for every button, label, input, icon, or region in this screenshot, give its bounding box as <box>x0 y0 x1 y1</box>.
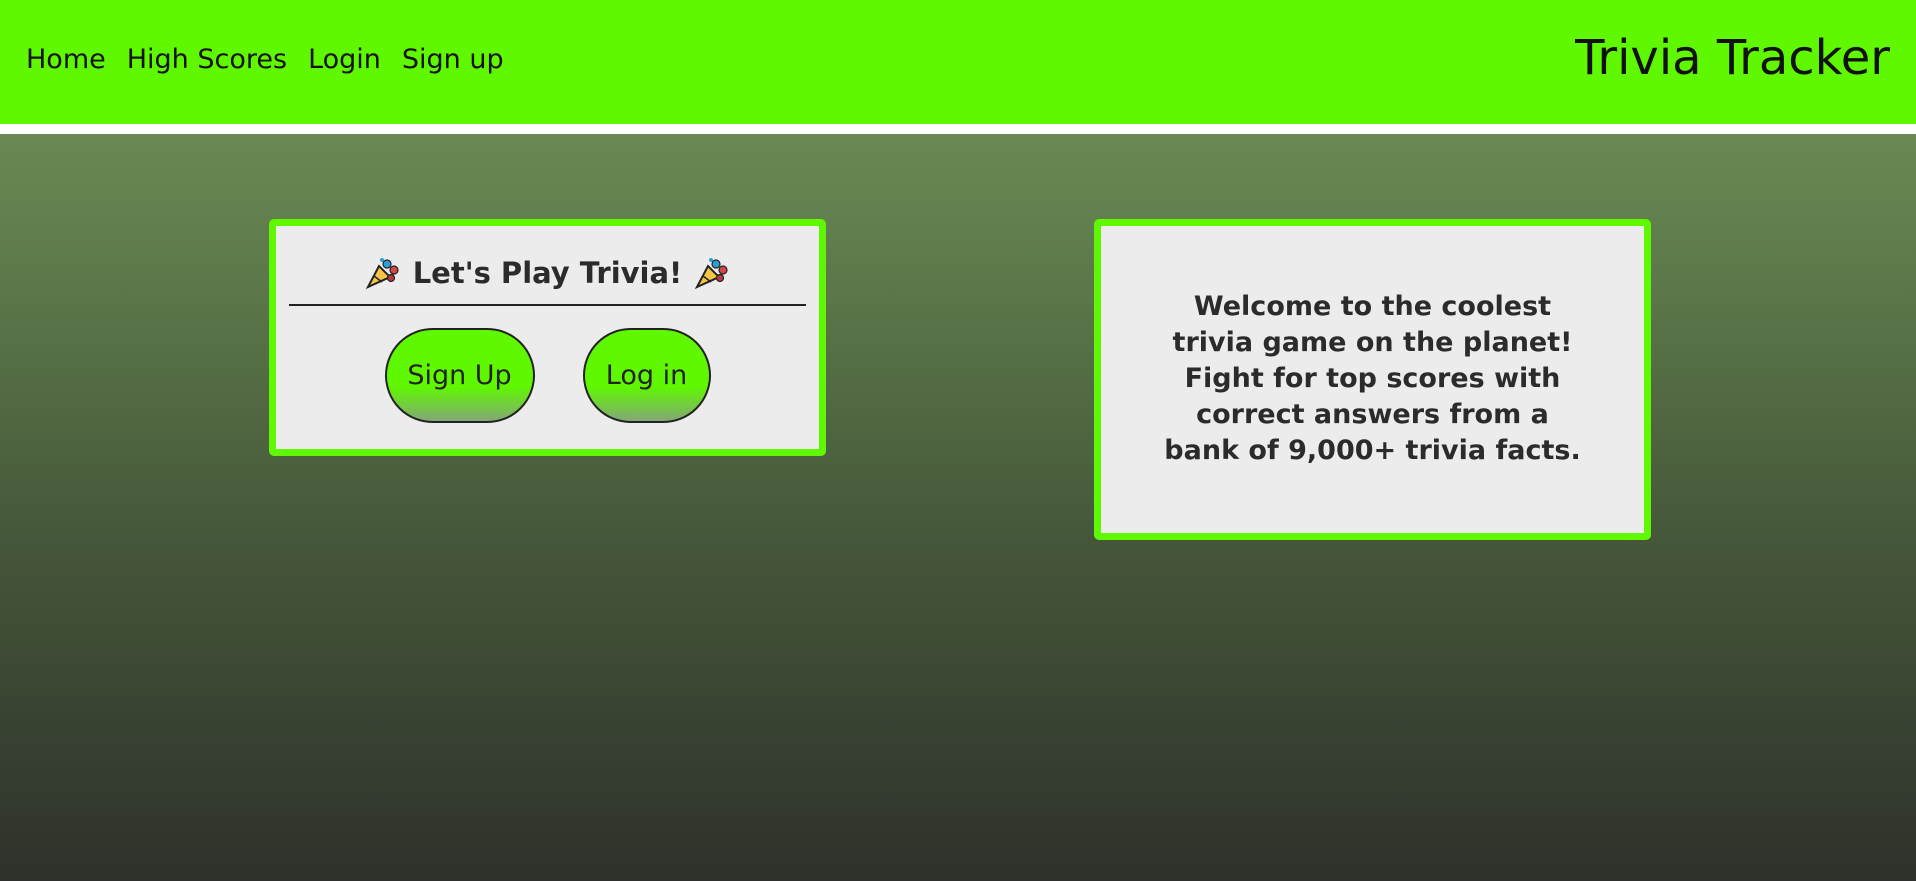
nav-link-home[interactable]: Home <box>26 44 106 75</box>
welcome-card: Welcome to the coolest trivia game on th… <box>1094 219 1651 540</box>
play-card-heading: Let's Play Trivia! <box>276 256 819 290</box>
play-card-title: Let's Play Trivia! <box>412 256 683 290</box>
nav-link-sign-up[interactable]: Sign up <box>402 44 504 75</box>
welcome-text: Welcome to the coolest trivia game on th… <box>1164 291 1581 466</box>
nav-link-login[interactable]: Login <box>308 44 381 75</box>
nav-links: Home High Scores Login Sign up <box>26 44 504 75</box>
sign-up-button[interactable]: Sign Up <box>384 328 535 423</box>
nav-divider <box>0 124 1916 134</box>
log-in-button[interactable]: Log in <box>582 328 711 423</box>
nav-link-high-scores[interactable]: High Scores <box>127 44 287 75</box>
play-card: Let's Play Trivia! Sign Up Log in <box>269 219 826 456</box>
navbar: Home High Scores Login Sign up Trivia Tr… <box>0 0 1916 124</box>
play-card-actions: Sign Up Log in <box>276 328 819 423</box>
party-popper-icon <box>694 256 730 290</box>
party-popper-icon <box>365 256 401 290</box>
site-title: Trivia Tracker <box>1575 30 1890 86</box>
play-card-divider <box>289 304 806 306</box>
